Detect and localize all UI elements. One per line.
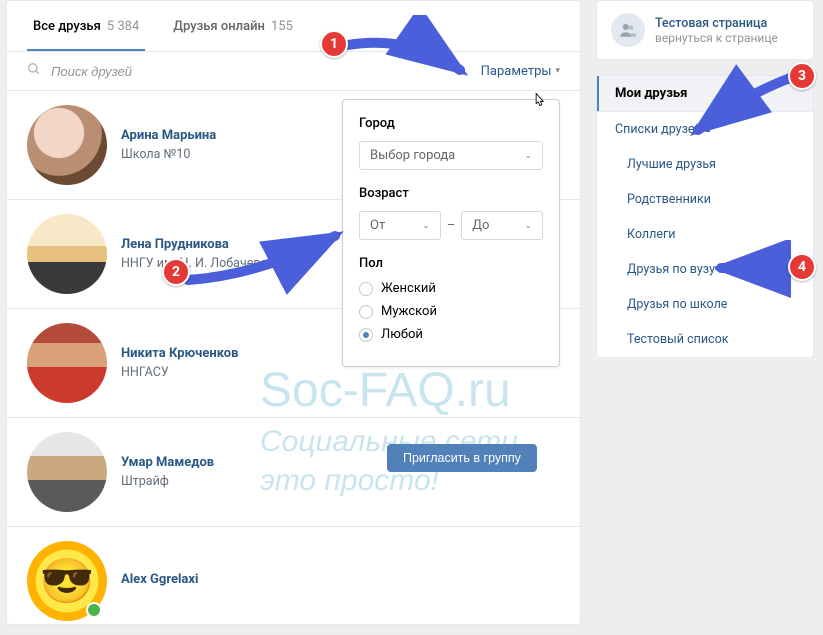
- chevron-down-icon: ▾: [555, 66, 560, 76]
- annotation-1: 1: [320, 30, 348, 58]
- list-relatives[interactable]: Родственники: [597, 182, 813, 217]
- lists-header-label: Списки друзей: [615, 122, 702, 137]
- annotation-2: 2: [162, 258, 190, 286]
- tab-count: 155: [271, 19, 293, 34]
- list-school-friends[interactable]: Друзья по школе: [597, 287, 813, 322]
- profile-return[interactable]: вернуться к странице: [655, 31, 778, 45]
- friend-row: Alex Ggrelaxi: [7, 527, 580, 635]
- list-test[interactable]: Тестовый список: [597, 322, 813, 357]
- list-best-friends[interactable]: Лучшие друзья: [597, 147, 813, 182]
- tabs: Все друзья 5 384 Друзья онлайн 155: [7, 1, 580, 52]
- profile-icon: [611, 13, 645, 47]
- friend-sub: ННГУ им. Н. И. Лобачевского: [121, 256, 293, 271]
- list-university-friends[interactable]: Друзья по вузу: [597, 252, 813, 287]
- avatar[interactable]: [27, 432, 107, 512]
- search-input[interactable]: [51, 64, 481, 79]
- menu-card: Мои друзья Списки друзей ▴ Лучшие друзья…: [596, 75, 814, 358]
- radio-label: Мужской: [381, 304, 437, 319]
- city-select-value: Выбор города: [370, 148, 455, 163]
- friend-name[interactable]: Лена Прудникова: [121, 237, 293, 252]
- avatar[interactable]: [27, 105, 107, 185]
- radio-icon: [359, 305, 373, 319]
- friend-sub: Штрайф: [121, 474, 214, 489]
- menu-my-friends[interactable]: Мои друзья: [597, 76, 813, 111]
- age-to-value: До: [472, 218, 489, 233]
- annotation-3: 3: [788, 62, 816, 90]
- age-from-value: От: [370, 218, 385, 233]
- search-row: Параметры ▾: [7, 52, 580, 91]
- radio-icon: [359, 328, 373, 342]
- annotation-4: 4: [788, 253, 816, 281]
- age-to-select[interactable]: До ⌄: [461, 211, 543, 240]
- parameters-label: Параметры: [481, 64, 552, 79]
- age-label: Возраст: [359, 186, 543, 201]
- friend-sub: ННГАСУ: [121, 365, 238, 380]
- radio-icon: [359, 282, 373, 296]
- parameters-toggle[interactable]: Параметры ▾: [481, 64, 560, 79]
- friend-name[interactable]: Никита Крюченков: [121, 346, 238, 361]
- invite-button[interactable]: Пригласить в группу: [387, 444, 537, 472]
- friend-name[interactable]: Арина Марьина: [121, 128, 216, 143]
- chevron-down-icon: ⌄: [524, 221, 532, 231]
- tab-label: Все друзья: [33, 19, 101, 34]
- radio-label: Любой: [381, 327, 423, 342]
- avatar[interactable]: [27, 323, 107, 403]
- city-label: Город: [359, 116, 543, 131]
- friend-name[interactable]: Умар Мамедов: [121, 455, 214, 470]
- gender-male-radio[interactable]: Мужской: [359, 304, 543, 319]
- dash: –: [447, 218, 456, 233]
- search-icon: [27, 62, 41, 80]
- side-panel: Тестовая страница вернуться к странице М…: [596, 0, 814, 625]
- gender-female-radio[interactable]: Женский: [359, 281, 543, 296]
- avatar[interactable]: [27, 541, 107, 621]
- profile-name[interactable]: Тестовая страница: [655, 16, 778, 31]
- friend-name[interactable]: Alex Ggrelaxi: [121, 572, 198, 587]
- tab-label: Друзья онлайн: [173, 19, 265, 34]
- radio-label: Женский: [381, 281, 436, 296]
- city-select[interactable]: Выбор города ⌄: [359, 141, 543, 170]
- parameters-popover: Город Выбор города ⌄ Возраст От ⌄ – До ⌄: [342, 99, 560, 367]
- avatar[interactable]: [27, 214, 107, 294]
- friend-lists-toggle[interactable]: Списки друзей ▴: [597, 111, 813, 147]
- profile-card[interactable]: Тестовая страница вернуться к странице: [596, 0, 814, 60]
- tab-friends-online[interactable]: Друзья онлайн 155: [167, 1, 299, 51]
- friend-sub: Школа №10: [121, 147, 216, 162]
- chevron-up-icon: ▴: [706, 125, 711, 135]
- friends-panel: Все друзья 5 384 Друзья онлайн 155 Парам…: [6, 0, 581, 625]
- list-colleagues[interactable]: Коллеги: [597, 217, 813, 252]
- chevron-down-icon: ⌄: [422, 221, 430, 231]
- gender-label: Пол: [359, 256, 543, 271]
- tab-count: 5 384: [107, 19, 139, 34]
- tab-all-friends[interactable]: Все друзья 5 384: [27, 1, 145, 51]
- chevron-down-icon: ⌄: [524, 151, 532, 161]
- gender-any-radio[interactable]: Любой: [359, 327, 543, 342]
- friend-row: Умар Мамедов Штрайф: [7, 418, 580, 527]
- age-from-select[interactable]: От ⌄: [359, 211, 441, 240]
